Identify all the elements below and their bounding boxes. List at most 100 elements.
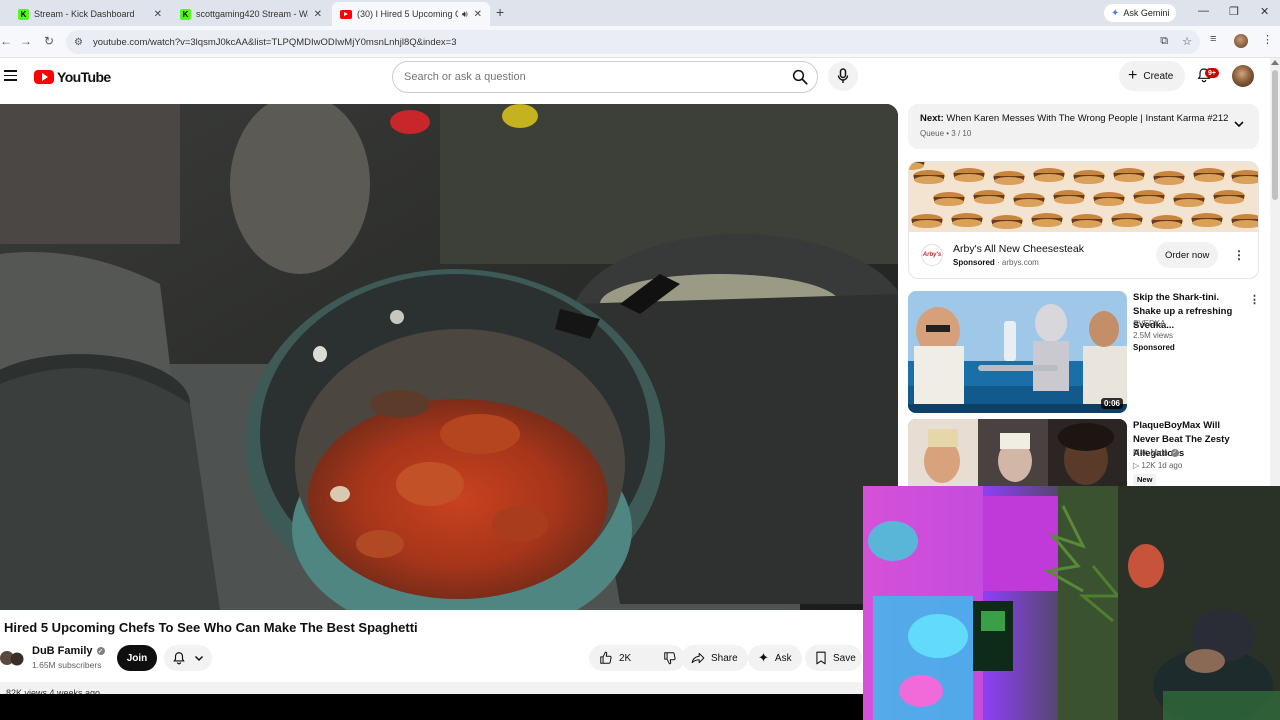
subscriber-count: 1.65M subscribers xyxy=(32,660,102,670)
tab-kick-stream[interactable]: K scottgaming420 Stream - Watch ✕ xyxy=(172,2,330,26)
hamburger-menu-icon[interactable] xyxy=(4,70,17,81)
share-button[interactable]: Share xyxy=(681,645,748,671)
ask-gemini-button[interactable]: ✦ Ask Gemini xyxy=(1104,4,1177,22)
sparkle-icon: ✦ xyxy=(758,650,769,665)
tab-title: (30) I Hired 5 Upcoming Chefs xyxy=(357,9,458,19)
save-label: Save xyxy=(833,652,856,664)
playlist-queue-panel[interactable]: Next: When Karen Messes With The Wrong P… xyxy=(908,104,1259,149)
site-info-icon[interactable]: ⚙︎ xyxy=(74,37,83,48)
browser-tab-strip: K Stream - Kick Dashboard ✕ K scottgamin… xyxy=(0,0,1280,26)
video-duration: 0:06 xyxy=(1100,398,1123,409)
plus-icon: + xyxy=(1128,67,1138,84)
chevron-down-icon xyxy=(194,655,204,662)
url-text[interactable]: youtube.com/watch?v=3lqsmJ0kcAA&list=TLP… xyxy=(93,37,457,48)
chevron-down-icon[interactable] xyxy=(1233,118,1245,130)
thumbnail-svedka-ad xyxy=(908,291,1127,413)
search-input[interactable] xyxy=(404,71,764,83)
bookmark-star-icon[interactable]: ☆ xyxy=(1182,35,1192,48)
youtube-play-icon xyxy=(34,70,54,84)
save-button[interactable]: Save xyxy=(805,645,862,671)
like-button[interactable]: 2K xyxy=(589,645,641,671)
scrollbar-thumb[interactable] xyxy=(1272,70,1278,200)
ad-meta: Sponsored · arbys.com xyxy=(953,258,1039,267)
like-dislike-group: 2K xyxy=(589,645,685,671)
channel-name-link[interactable]: DuB Family ✓ xyxy=(32,645,105,657)
ad-title[interactable]: Arby's All New Cheesesteak xyxy=(953,243,1084,255)
more-options-icon[interactable]: ⋮ xyxy=(1233,248,1245,262)
arbys-logo: Arby's xyxy=(921,244,943,266)
window-close-icon[interactable]: ✕ xyxy=(1260,5,1269,18)
subscription-bell-button[interactable] xyxy=(164,645,212,671)
tab-youtube-video[interactable]: (30) I Hired 5 Upcoming Chefs 🔊︎ ✕ xyxy=(332,2,490,26)
ask-button[interactable]: ✦ Ask xyxy=(748,645,802,671)
thumbs-up-icon xyxy=(600,651,612,664)
scroll-up-arrow[interactable] xyxy=(1271,60,1279,65)
create-button[interactable]: + Create xyxy=(1119,61,1186,91)
reload-icon[interactable]: ↻ xyxy=(44,34,54,48)
youtube-icon xyxy=(340,9,352,19)
minimize-icon[interactable]: — xyxy=(1198,5,1209,17)
gemini-icon: ✦ xyxy=(1111,7,1120,19)
browser-profile-avatar[interactable] xyxy=(1234,34,1248,48)
recommendation-meta-row: ▷ 12K 1d ago xyxy=(1133,461,1182,470)
thumbs-down-icon xyxy=(664,652,676,665)
forward-icon[interactable]: → xyxy=(20,34,32,48)
media-control-icon[interactable]: ≡ xyxy=(1210,33,1216,45)
recommendation-channel[interactable]: SVEDKA xyxy=(1133,319,1165,328)
ad-image-sandwiches xyxy=(909,162,1258,232)
recommendation-channel-row[interactable]: Mac Mula ✓ xyxy=(1133,448,1179,457)
new-badge: New xyxy=(1133,474,1157,485)
video-thumbnail[interactable] xyxy=(908,419,1127,489)
recommendation-meta: 12K 1d ago xyxy=(1141,461,1183,470)
close-icon[interactable]: ✕ xyxy=(154,9,162,20)
join-button[interactable]: Join xyxy=(117,645,157,671)
close-icon[interactable]: ✕ xyxy=(314,9,322,20)
more-options-icon[interactable]: ⋮ xyxy=(1249,293,1260,306)
bookmark-icon xyxy=(816,651,826,665)
voice-search-button[interactable] xyxy=(828,61,858,91)
youtube-header: YouTube + Create xyxy=(0,58,1270,98)
order-now-button[interactable]: Order now xyxy=(1156,242,1219,268)
speaker-icon[interactable]: 🔊︎ xyxy=(462,9,468,20)
omnibox[interactable]: ⚙︎ youtube.com/watch?v=3lqsmJ0kcAA&list=… xyxy=(66,30,1200,54)
tab-kick-dashboard[interactable]: K Stream - Kick Dashboard ✕ xyxy=(10,2,170,26)
sponsored-ad-card[interactable]: Arby's Arby's All New Cheesesteak Sponso… xyxy=(908,161,1259,279)
search-box[interactable] xyxy=(392,61,818,93)
browser-menu-icon[interactable]: ⋮ xyxy=(1262,33,1273,46)
youtube-logo[interactable]: YouTube xyxy=(34,69,111,85)
queue-next-title: When Karen Messes With The Wrong People … xyxy=(946,113,1229,124)
recommendation-item[interactable]: 0:06 Skip the Shark-tini. Shake up a ref… xyxy=(908,291,1270,413)
webcam-overlay xyxy=(863,486,1280,720)
taskbar-strip xyxy=(0,694,863,720)
new-tab-button[interactable]: + xyxy=(496,4,504,20)
verified-check-icon: ✓ xyxy=(1170,448,1179,457)
channel-avatar[interactable] xyxy=(0,648,24,668)
maximize-icon[interactable]: ❐ xyxy=(1229,5,1239,18)
video-thumbnail[interactable]: 0:06 xyxy=(908,291,1127,413)
address-bar: ← → ↻ ⚙︎ youtube.com/watch?v=3lqsmJ0kcAA… xyxy=(0,26,1280,58)
install-app-icon[interactable]: ⧉ xyxy=(1160,35,1168,48)
back-icon[interactable]: ← xyxy=(0,34,12,48)
sponsored-label: Sponsored xyxy=(953,258,995,267)
search-icon[interactable] xyxy=(791,68,809,86)
recommendation-channel: Mac Mula xyxy=(1133,448,1168,457)
queue-position: Queue • 3 / 10 xyxy=(920,129,972,138)
create-label: Create xyxy=(1143,70,1174,82)
queue-next-label: Next: xyxy=(920,113,944,124)
kick-icon: K xyxy=(18,8,29,20)
recommendation-meta: 2.5M views xyxy=(1133,331,1174,340)
video-title: Hired 5 Upcoming Chefs To See Who Can Ma… xyxy=(4,620,418,635)
microphone-icon xyxy=(837,68,849,83)
description-box[interactable] xyxy=(0,682,863,694)
share-label: Share xyxy=(711,652,738,664)
recommendation-item[interactable]: PlaqueBoyMax Will Never Beat The Zesty A… xyxy=(908,419,1270,489)
close-icon[interactable]: ✕ xyxy=(474,9,482,20)
sponsored-tag: Sponsored xyxy=(1133,343,1175,352)
notification-count-badge: 9+ xyxy=(1205,68,1219,78)
account-avatar[interactable] xyxy=(1232,65,1254,87)
like-count: 2K xyxy=(619,652,632,664)
verified-check-icon: ✓ xyxy=(96,647,105,655)
thumbnail-plaqueboymax xyxy=(908,419,1127,489)
tab-title: Stream - Kick Dashboard xyxy=(34,9,135,19)
video-player[interactable] xyxy=(0,104,898,610)
